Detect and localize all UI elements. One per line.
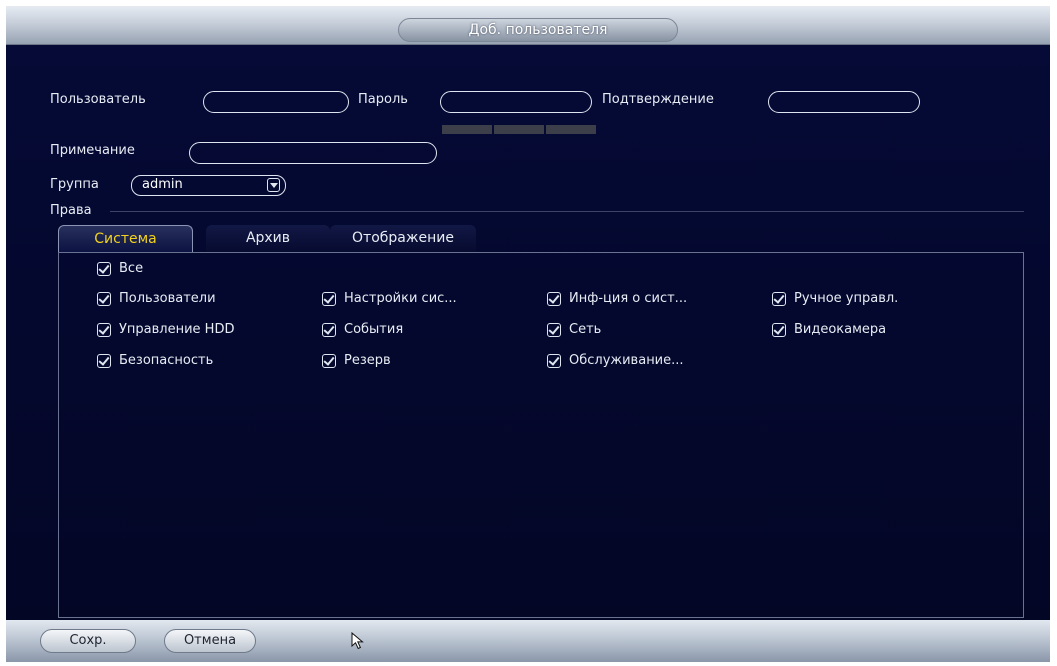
group-select-value: admin bbox=[142, 177, 183, 192]
permission-users[interactable]: Пользователи bbox=[97, 291, 216, 306]
user-field[interactable] bbox=[203, 91, 349, 113]
title-bar: Доб. пользователя bbox=[6, 6, 1050, 45]
mouse-pointer-icon bbox=[351, 632, 364, 650]
permissions-panel: Все Пользователи Настройки сис... Инф-ци… bbox=[58, 252, 1024, 618]
permission-label: Инф-ция о сист... bbox=[569, 291, 688, 306]
password-label: Пароль bbox=[358, 92, 408, 107]
strength-segment-3 bbox=[546, 125, 596, 134]
cancel-button[interactable]: Отмена bbox=[164, 629, 256, 653]
checkbox-checked-icon[interactable] bbox=[547, 291, 561, 306]
permission-label: Настройки сис... bbox=[344, 291, 457, 306]
permission-label: Все bbox=[119, 261, 144, 276]
permission-camera[interactable]: Видеокамера bbox=[772, 322, 886, 337]
save-button[interactable]: Сохр. bbox=[40, 629, 136, 653]
permission-system-info[interactable]: Инф-ция о сист... bbox=[547, 291, 687, 306]
permission-label: Сеть bbox=[569, 322, 602, 337]
permission-label: Обслуживание... bbox=[569, 353, 684, 368]
checkbox-checked-icon[interactable] bbox=[322, 353, 336, 368]
tab-display[interactable]: Отображение bbox=[330, 225, 476, 253]
confirm-label: Подтверждение bbox=[602, 92, 714, 107]
note-field[interactable] bbox=[189, 142, 437, 164]
checkbox-checked-icon[interactable] bbox=[547, 322, 561, 337]
dialog-title: Доб. пользователя bbox=[398, 18, 678, 42]
checkbox-checked-icon[interactable] bbox=[322, 322, 336, 337]
password-strength-meter bbox=[442, 125, 596, 134]
permission-label: Безопасность bbox=[119, 353, 214, 368]
checkbox-checked-icon[interactable] bbox=[97, 322, 111, 337]
permission-system-settings[interactable]: Настройки сис... bbox=[322, 291, 457, 306]
rights-label: Права bbox=[50, 203, 92, 218]
chevron-down-icon[interactable] bbox=[267, 178, 280, 192]
permission-label: Управление HDD bbox=[119, 322, 235, 337]
tab-system[interactable]: Система bbox=[58, 225, 193, 253]
permission-all[interactable]: Все bbox=[97, 261, 143, 276]
checkbox-checked-icon[interactable] bbox=[322, 291, 336, 306]
checkbox-checked-icon[interactable] bbox=[97, 291, 111, 306]
permission-maintenance[interactable]: Обслуживание... bbox=[547, 353, 684, 368]
permission-label: События bbox=[344, 322, 404, 337]
group-select[interactable]: admin bbox=[131, 175, 286, 196]
checkbox-checked-icon[interactable] bbox=[772, 322, 786, 337]
checkbox-checked-icon[interactable] bbox=[97, 353, 111, 368]
permission-events[interactable]: События bbox=[322, 322, 403, 337]
permission-backup[interactable]: Резерв bbox=[322, 353, 391, 368]
permission-label: Резерв bbox=[344, 353, 391, 368]
strength-segment-1 bbox=[442, 125, 492, 134]
permission-label: Пользователи bbox=[119, 291, 216, 306]
permission-security[interactable]: Безопасность bbox=[97, 353, 213, 368]
checkbox-checked-icon[interactable] bbox=[772, 291, 786, 306]
checkbox-checked-icon[interactable] bbox=[97, 261, 111, 276]
permission-network[interactable]: Сеть bbox=[547, 322, 601, 337]
permission-hdd-management[interactable]: Управление HDD bbox=[97, 322, 234, 337]
confirm-password-field[interactable] bbox=[768, 91, 920, 113]
permission-manual-control[interactable]: Ручное управл. bbox=[772, 291, 898, 306]
dialog-body: Пользователь Пароль Подтверждение Примеч… bbox=[6, 45, 1050, 620]
rights-divider bbox=[110, 211, 1024, 212]
strength-segment-2 bbox=[494, 125, 544, 134]
note-label: Примечание bbox=[50, 143, 135, 158]
checkbox-checked-icon[interactable] bbox=[547, 353, 561, 368]
permission-label: Видеокамера bbox=[794, 322, 887, 337]
add-user-dialog: Доб. пользователя Пользователь Пароль По… bbox=[6, 6, 1050, 662]
button-bar: Сохр. Отмена bbox=[6, 620, 1050, 662]
group-label: Группа bbox=[50, 177, 99, 192]
tab-archive[interactable]: Архив bbox=[206, 225, 330, 253]
password-field[interactable] bbox=[440, 91, 592, 113]
permission-label: Ручное управл. bbox=[794, 291, 899, 306]
user-label: Пользователь bbox=[50, 92, 146, 107]
